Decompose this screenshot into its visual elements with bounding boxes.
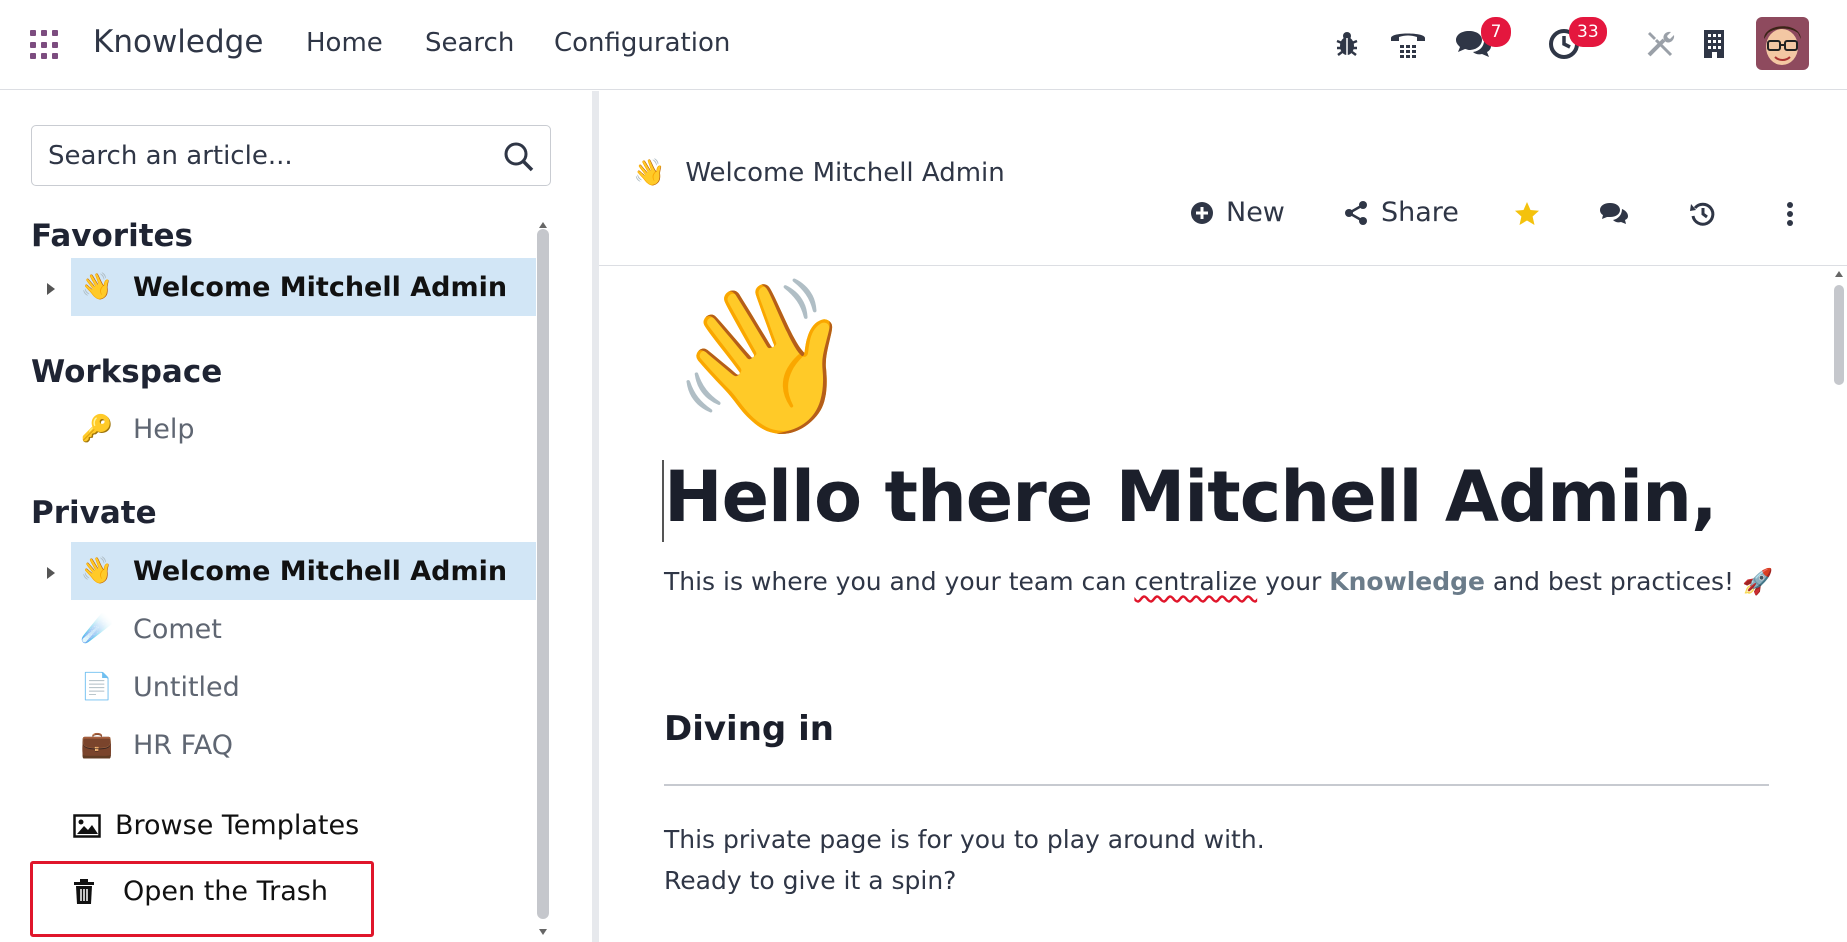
plus-circle-icon: [1191, 201, 1213, 224]
article-title[interactable]: Hello there Mitchell Admin,: [664, 456, 1718, 538]
favorites-title: Favorites: [31, 218, 193, 254]
browse-templates-label: Browse Templates: [115, 810, 360, 841]
private-item-hr-faq[interactable]: 💼 HR FAQ: [71, 716, 536, 774]
private-item-label: HR FAQ: [133, 729, 233, 761]
comments-icon[interactable]: [1597, 197, 1631, 231]
image-icon: [73, 813, 101, 838]
tools-icon[interactable]: [1638, 22, 1682, 66]
private-item-comet[interactable]: ☄️ Comet: [71, 600, 536, 658]
user-avatar[interactable]: [1756, 17, 1809, 70]
top-navbar: Knowledge Home Search Configuration 7 33: [0, 0, 1847, 90]
open-trash-link[interactable]: Open the Trash: [73, 876, 328, 907]
document-icon: 📄: [80, 672, 114, 702]
waving-hand-icon: 👋: [633, 158, 666, 188]
article-search-input[interactable]: [48, 138, 488, 174]
breadcrumb-title[interactable]: Welcome Mitchell Admin: [685, 158, 1004, 188]
search-icon[interactable]: [503, 141, 535, 173]
expand-caret-icon[interactable]: [44, 279, 58, 299]
open-trash-label: Open the Trash: [123, 876, 328, 907]
favorite-star-icon[interactable]: [1510, 197, 1544, 231]
article-paragraph[interactable]: This private page is for you to play aro…: [664, 825, 1265, 854]
bug-icon[interactable]: [1325, 22, 1369, 66]
nav-home[interactable]: Home: [306, 28, 383, 58]
app-brand[interactable]: Knowledge: [93, 24, 263, 60]
building-icon[interactable]: [1692, 22, 1736, 66]
workspace-item-help[interactable]: 🔑 Help: [71, 400, 536, 458]
section-heading[interactable]: Diving in: [664, 709, 834, 749]
knowledge-sidebar: Favorites 👋 Welcome Mitchell Admin Works…: [0, 91, 592, 942]
main-scrollbar[interactable]: [1834, 285, 1844, 385]
nav-search[interactable]: Search: [425, 28, 514, 58]
article-cover-emoji[interactable]: 👋: [670, 268, 857, 448]
browse-templates-link[interactable]: Browse Templates: [73, 810, 359, 841]
private-title: Private: [31, 495, 157, 531]
expand-caret-icon[interactable]: [44, 563, 58, 583]
sidebar-scrollbar[interactable]: [537, 229, 549, 919]
private-item-label: Comet: [133, 613, 222, 645]
article-paragraph[interactable]: Ready to give it a spin?: [664, 866, 956, 895]
key-icon: 🔑: [80, 414, 114, 444]
scroll-down-arrow[interactable]: [539, 929, 547, 935]
lead-keyword: Knowledge: [1329, 567, 1485, 596]
waving-hand-icon: 👋: [80, 556, 114, 586]
workspace-title: Workspace: [31, 354, 223, 390]
main-scroll-up-arrow[interactable]: [1835, 271, 1843, 277]
sidebar-resize-handle[interactable]: [592, 91, 599, 942]
scroll-up-arrow[interactable]: [539, 222, 547, 228]
lead-text: This is where you and your team can: [664, 567, 1135, 596]
waving-hand-icon: 👋: [80, 272, 114, 302]
breadcrumb: 👋 Welcome Mitchell Admin: [633, 158, 1005, 188]
workspace-item-label: Help: [133, 413, 195, 445]
lead-text: and best practices! 🚀: [1484, 567, 1774, 596]
history-icon[interactable]: [1686, 197, 1720, 231]
apps-menu-icon[interactable]: [30, 30, 60, 60]
private-item-welcome[interactable]: 👋 Welcome Mitchell Admin: [71, 542, 536, 600]
nav-configuration[interactable]: Configuration: [554, 28, 730, 58]
new-label: New: [1226, 197, 1285, 228]
private-item-label: Welcome Mitchell Admin: [133, 555, 508, 587]
share-button[interactable]: Share: [1343, 197, 1459, 228]
article-lead[interactable]: This is where you and your team can cent…: [664, 567, 1773, 597]
trash-icon: [74, 878, 94, 904]
lead-misspelled-word: centralize: [1134, 567, 1258, 596]
more-options-icon[interactable]: [1773, 197, 1807, 231]
section-divider: [664, 784, 1769, 786]
messages-badge: 7: [1481, 17, 1511, 47]
share-icon: [1345, 200, 1367, 225]
private-item-label: Untitled: [133, 671, 240, 703]
share-label: Share: [1381, 197, 1459, 228]
briefcase-icon: 💼: [80, 730, 114, 760]
phone-icon[interactable]: [1386, 22, 1430, 66]
article-search-box[interactable]: [31, 125, 551, 186]
activities-badge: 33: [1569, 17, 1607, 47]
favorite-item-label: Welcome Mitchell Admin: [133, 271, 508, 303]
private-item-untitled[interactable]: 📄 Untitled: [71, 658, 536, 716]
comet-icon: ☄️: [80, 614, 114, 644]
lead-text: your: [1257, 567, 1330, 596]
new-article-button[interactable]: New: [1190, 197, 1285, 228]
favorite-item-welcome[interactable]: 👋 Welcome Mitchell Admin: [71, 258, 536, 316]
